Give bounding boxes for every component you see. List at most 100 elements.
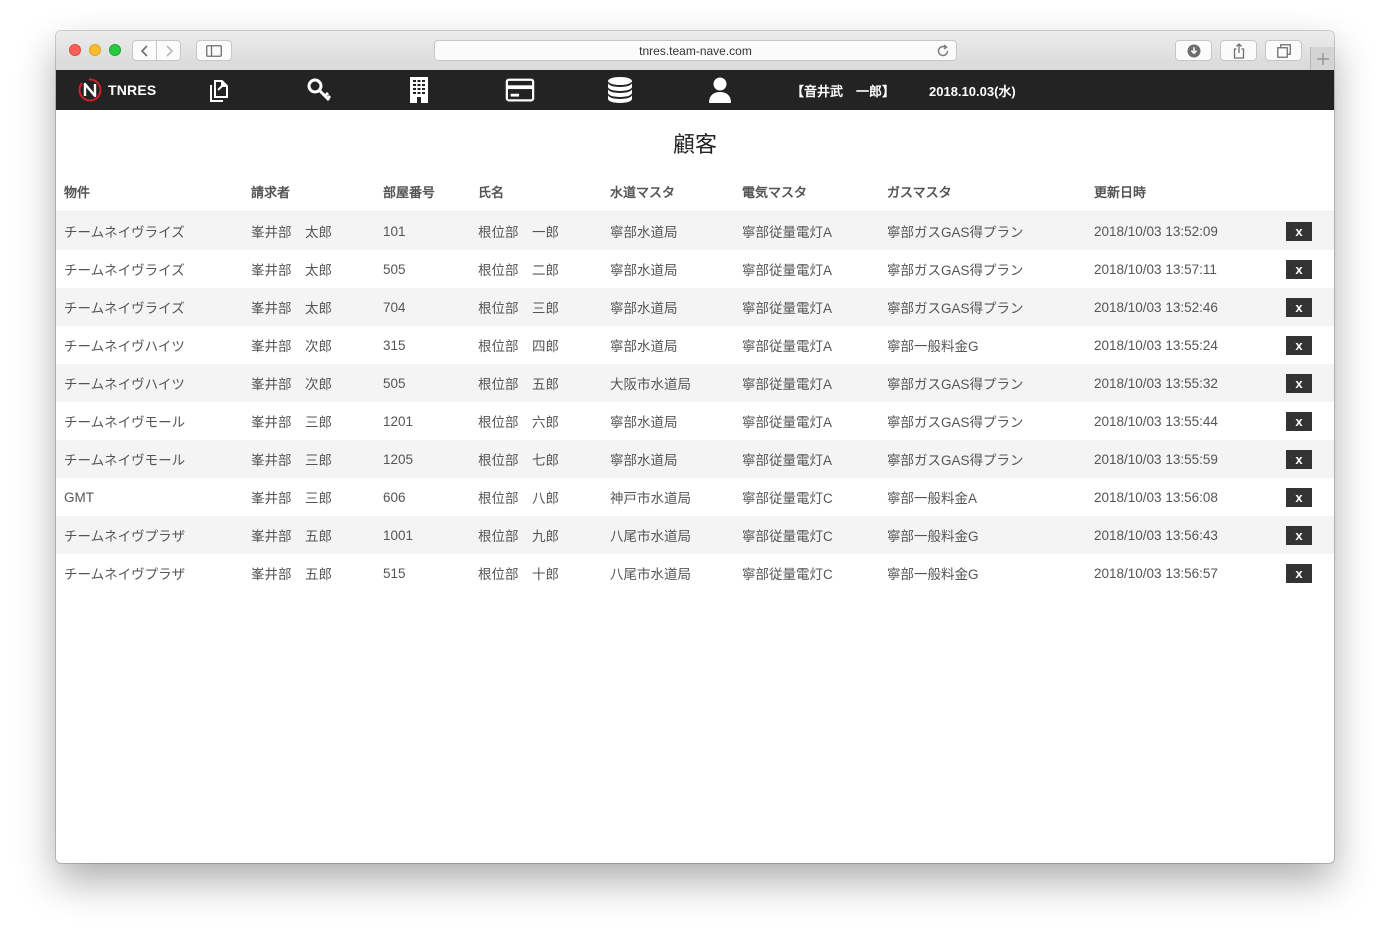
cell-gas-master: 寧部ガスGAS得プラン	[879, 440, 1086, 478]
new-tab-button[interactable]	[1310, 47, 1334, 70]
chevron-right-icon	[165, 44, 173, 57]
documents-icon	[210, 80, 228, 102]
table-row[interactable]: チームネイヴモール 峯井部 三郎 1201 根位部 六郎 寧部水道局 寧部従量電灯A 寧部ガ…	[56, 402, 1334, 440]
cell-property: チームネイヴモール	[64, 415, 186, 430]
cell-billing-party: 峯井部 三郎	[243, 440, 375, 478]
logged-in-user: 【音井武 一郎】	[791, 84, 896, 99]
column-header-electricity-master[interactable]: 電気マスタ	[734, 171, 879, 212]
delete-row-button[interactable]: x	[1286, 411, 1312, 431]
nav-users[interactable]	[705, 76, 735, 104]
nav-documents[interactable]	[205, 76, 235, 104]
column-header-name[interactable]: 氏名	[470, 171, 602, 212]
cell-billing-party: 峯井部 太郎	[251, 263, 332, 278]
nav-buildings[interactable]	[404, 76, 434, 104]
column-header-billing-party[interactable]: 請求者	[243, 171, 375, 212]
app-navbar: TNRES 【音井武 一郎】 2018.10.03(水)	[56, 70, 1334, 110]
table-row[interactable]: チームネイヴハイツ 峯井部 次郎 315 根位部 四郎 寧部水道局 寧部従量電灯A 寧部一般…	[56, 326, 1334, 364]
column-header-updated-at[interactable]: 更新日時	[1086, 171, 1278, 212]
building-icon	[410, 77, 428, 103]
column-header-gas-master[interactable]: ガスマスタ	[879, 171, 1086, 212]
cell-name: 根位部 三郎	[470, 288, 602, 326]
sidebar-toggle-button[interactable]	[196, 40, 232, 61]
address-bar[interactable]: tnres.team-nave.com	[434, 40, 957, 61]
column-header-room-number[interactable]: 部屋番号	[375, 171, 470, 212]
cell-property: チームネイヴプラザ	[64, 567, 186, 582]
cell-electricity-master: 寧部従量電灯C	[742, 491, 833, 506]
cell-gas-master: 寧部一般料金A	[887, 491, 978, 506]
close-window-button[interactable]	[69, 44, 81, 56]
nav-database[interactable]	[605, 76, 635, 104]
delete-row-button[interactable]: x	[1286, 221, 1312, 241]
delete-row-button[interactable]: x	[1286, 335, 1312, 355]
cell-electricity-master: 寧部従量電灯A	[734, 440, 879, 478]
forward-button[interactable]	[156, 40, 181, 61]
table-row[interactable]: チームネイヴプラザ 峯井部 五郎 515 根位部 十郎 八尾市水道局 寧部従量電灯C 寧部一…	[56, 554, 1334, 592]
cell-updated-at: 2018/10/03 13:52:09	[1086, 211, 1278, 250]
cell-actions: x	[1278, 516, 1334, 554]
cell-actions: x	[1278, 250, 1334, 288]
table-row[interactable]: チームネイヴハイツ 峯井部 次郎 505 根位部 五郎 大阪市水道局 寧部従量電灯A 寧部ガ…	[56, 364, 1334, 402]
table-row[interactable]: GMT 峯井部 三郎 606 根位部 八郎 神戸市水道局 寧部従量電灯C 寧部一般料金A 20…	[56, 478, 1334, 516]
download-icon	[1187, 44, 1200, 57]
delete-row-button[interactable]: x	[1286, 487, 1312, 507]
cell-name: 根位部 七郎	[470, 440, 602, 478]
cell-billing-party: 峯井部 太郎	[243, 211, 375, 250]
delete-row-button[interactable]: x	[1286, 563, 1312, 583]
cell-billing-party: 峯井部 次郎	[243, 364, 375, 402]
cell-room-number: 315	[383, 337, 406, 353]
table-row[interactable]: チームネイヴライズ 峯井部 太郎 505 根位部 二郎 寧部水道局 寧部従量電灯A 寧部ガス…	[56, 250, 1334, 288]
delete-row-button[interactable]: x	[1286, 373, 1312, 393]
column-header-property[interactable]: 物件	[56, 171, 243, 212]
cell-gas-master: 寧部一般料金G	[879, 516, 1086, 554]
cell-billing-party: 峯井部 三郎	[251, 415, 332, 430]
cell-water-master: 寧部水道局	[610, 339, 678, 354]
minimize-window-button[interactable]	[89, 44, 101, 56]
delete-row-button[interactable]: x	[1286, 259, 1312, 279]
cell-updated-at: 2018/10/03 13:56:57	[1094, 565, 1218, 581]
cell-actions: x	[1278, 478, 1334, 516]
cell-actions: x	[1278, 326, 1334, 364]
nav-billing[interactable]	[505, 76, 535, 104]
cell-name: 根位部 八郎	[478, 491, 559, 506]
cell-water-master: 寧部水道局	[602, 440, 734, 478]
url-text: tnres.team-nave.com	[639, 43, 752, 58]
downloads-button[interactable]	[1175, 40, 1212, 61]
table-row[interactable]: チームネイヴライズ 峯井部 太郎 101 根位部 一郎 寧部水道局 寧部従量電灯A 寧部ガス…	[56, 211, 1334, 250]
tabs-icon	[1276, 43, 1291, 58]
cell-water-master: 寧部水道局	[610, 415, 678, 430]
zoom-window-button[interactable]	[109, 44, 121, 56]
delete-row-button[interactable]: x	[1286, 449, 1312, 469]
cell-billing-party: 峯井部 次郎	[251, 339, 332, 354]
cell-gas-master: 寧部ガスGAS得プラン	[879, 364, 1086, 402]
cell-electricity-master: 寧部従量電灯C	[742, 567, 833, 582]
tnres-logo-icon	[78, 78, 102, 102]
nav-keys[interactable]	[304, 76, 334, 104]
sidebar-icon	[206, 44, 222, 57]
cell-water-master: 八尾市水道局	[610, 567, 691, 582]
cell-name: 根位部 四郎	[478, 339, 559, 354]
cell-actions: x	[1278, 288, 1334, 326]
tab-overview-button[interactable]	[1265, 40, 1302, 61]
cell-room-number: 1001	[375, 516, 470, 554]
cell-gas-master: 寧部ガスGAS得プラン	[879, 211, 1086, 250]
delete-row-button[interactable]: x	[1286, 525, 1312, 545]
share-button[interactable]	[1220, 40, 1257, 61]
cell-actions: x	[1278, 402, 1334, 440]
table-row[interactable]: チームネイヴプラザ 峯井部 五郎 1001 根位部 九郎 八尾市水道局 寧部従量電灯C 寧部…	[56, 516, 1334, 554]
reload-icon[interactable]	[936, 43, 950, 62]
key-icon	[307, 78, 332, 102]
table-header-row: 物件 請求者 部屋番号 氏名 水道マスタ 電気マスタ ガスマスタ 更新日時	[56, 171, 1334, 212]
cell-gas-master: 寧部ガスGAS得プラン	[879, 288, 1086, 326]
cell-electricity-master: 寧部従量電灯A	[734, 211, 879, 250]
brand-logo[interactable]: TNRES	[78, 78, 156, 102]
cell-updated-at: 2018/10/03 13:55:32	[1086, 364, 1278, 402]
cell-property: チームネイヴハイツ	[64, 339, 185, 354]
table-row[interactable]: チームネイヴモール 峯井部 三郎 1205 根位部 七郎 寧部水道局 寧部従量電灯A 寧部ガ…	[56, 440, 1334, 478]
table-row[interactable]: チームネイヴライズ 峯井部 太郎 704 根位部 三郎 寧部水道局 寧部従量電灯A 寧部ガス…	[56, 288, 1334, 326]
chevron-left-icon	[140, 44, 148, 57]
delete-row-button[interactable]: x	[1286, 297, 1312, 317]
column-header-water-master[interactable]: 水道マスタ	[602, 171, 734, 212]
share-icon	[1233, 42, 1244, 59]
back-button[interactable]	[132, 40, 157, 61]
database-icon	[608, 77, 632, 103]
